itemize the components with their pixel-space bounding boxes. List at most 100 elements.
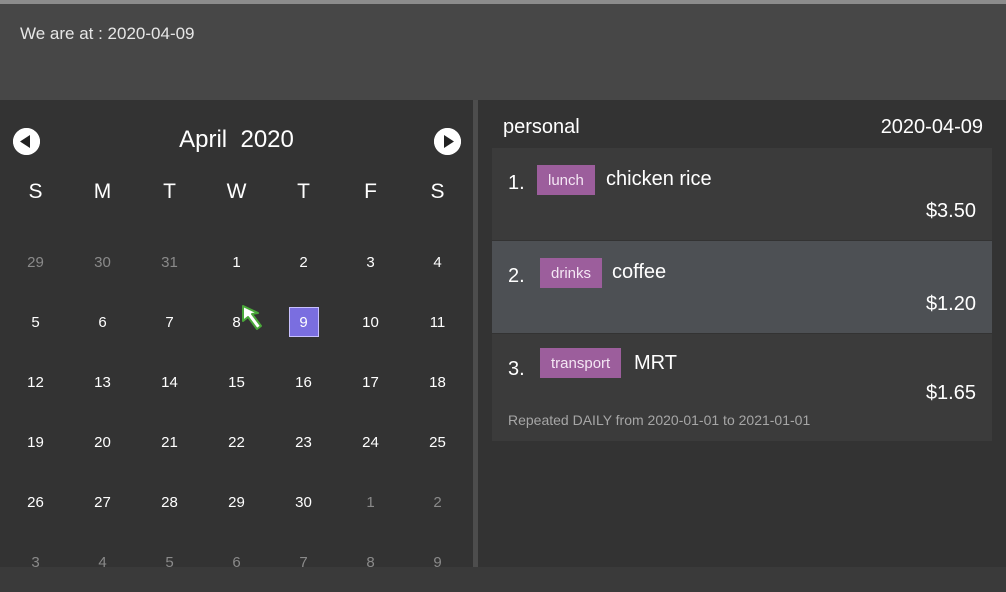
day-number: 7 (165, 313, 174, 331)
calendar-day-selected[interactable]: 9 (270, 292, 337, 352)
calendar-day[interactable]: 6 (69, 292, 136, 352)
calendar-day[interactable]: 21 (136, 412, 203, 472)
day-number: 24 (362, 433, 379, 451)
weekday-header: W (226, 180, 247, 203)
calendar-day[interactable]: 27 (69, 472, 136, 532)
weekday-header: T (297, 180, 310, 203)
day-number: 5 (165, 553, 174, 571)
weekday-header: T (163, 180, 176, 203)
calendar-panel: April 2020 S M T W T F S 29 30 31 1 2 3 4 5 6 7 8 9 10 11 12 1… (0, 100, 473, 571)
day-number: 26 (27, 493, 44, 511)
calendar-day[interactable]: 13 (69, 352, 136, 412)
calendar-day[interactable]: 29 (203, 472, 270, 532)
calendar-day[interactable]: 7 (136, 292, 203, 352)
calendar-day[interactable]: 4 (69, 532, 136, 592)
calendar-day[interactable]: 1 (203, 232, 270, 292)
day-number: 4 (433, 253, 442, 271)
day-number: 14 (161, 373, 178, 391)
day-number: 1 (366, 493, 375, 511)
calendar-day[interactable]: 23 (270, 412, 337, 472)
day-number: 30 (295, 493, 312, 511)
calendar-day[interactable]: 18 (404, 352, 471, 412)
day-number: 1 (232, 253, 241, 271)
day-number: 6 (98, 313, 107, 331)
day-number: 7 (299, 553, 308, 571)
weekday-header: S (430, 180, 445, 203)
day-number: 12 (27, 373, 44, 391)
calendar-day[interactable]: 7 (270, 532, 337, 592)
day-number: 27 (94, 493, 111, 511)
expense-amount: $3.50 (925, 200, 976, 222)
calendar-day[interactable]: 10 (337, 292, 404, 352)
day-number: 20 (94, 433, 111, 451)
expense-index: 2. (508, 265, 525, 287)
calendar-day[interactable]: 2 (270, 232, 337, 292)
calendar-day[interactable]: 5 (136, 532, 203, 592)
calendar-day[interactable]: 4 (404, 232, 471, 292)
list-date: 2020-04-09 (880, 116, 983, 138)
arrow-right-icon (434, 128, 461, 155)
day-number: 23 (295, 433, 312, 451)
day-number: 31 (161, 253, 178, 271)
calendar-day[interactable]: 3 (2, 532, 69, 592)
calendar-day[interactable]: 25 (404, 412, 471, 472)
expense-card[interactable]: 1. lunch chicken rice $3.50 (492, 148, 992, 240)
day-number: 6 (232, 553, 241, 571)
calendar-day[interactable]: 30 (270, 472, 337, 532)
mouse-pointer-icon (242, 305, 262, 330)
day-number: 22 (228, 433, 245, 451)
day-number: 16 (295, 373, 312, 391)
calendar-day[interactable]: 22 (203, 412, 270, 472)
expense-name: chicken rice (606, 168, 712, 190)
expense-index: 1. (508, 172, 525, 194)
expense-amount: $1.20 (925, 293, 976, 315)
calendar-day[interactable]: 15 (203, 352, 270, 412)
calendar-day[interactable]: 16 (270, 352, 337, 412)
day-number: 29 (228, 493, 245, 511)
expense-tag: transport (540, 348, 622, 378)
calendar-day[interactable]: 3 (337, 232, 404, 292)
expense-list-header: personal 2020-04-09 (503, 116, 983, 139)
day-number: 29 (27, 253, 44, 271)
calendar-day[interactable]: 2 (404, 472, 471, 532)
day-number: 3 (31, 553, 40, 571)
day-number: 4 (98, 553, 107, 571)
current-date-text: We are at : 2020-04-09 (20, 24, 195, 43)
day-number: 8 (232, 313, 241, 331)
day-number: 2 (433, 493, 442, 511)
calendar-day[interactable]: 26 (2, 472, 69, 532)
calendar-day[interactable]: 9 (404, 532, 471, 592)
calendar-day[interactable]: 31 (136, 232, 203, 292)
calendar-day[interactable]: 6 (203, 532, 270, 592)
calendar-day[interactable]: 11 (404, 292, 471, 352)
calendar-day[interactable]: 5 (2, 292, 69, 352)
day-number: 19 (27, 433, 44, 451)
expense-card[interactable]: 3. transport MRT $1.65 Repeated DAILY fr… (492, 334, 992, 441)
day-number: 8 (366, 553, 375, 571)
expense-tag: lunch (537, 165, 595, 195)
day-number: 17 (362, 373, 379, 391)
calendar-day[interactable]: 30 (69, 232, 136, 292)
expense-card-selected[interactable]: 2. drinks coffee $1.20 (492, 241, 992, 333)
calendar-day[interactable]: 8 (337, 532, 404, 592)
calendar-day[interactable]: 1 (337, 472, 404, 532)
calendar-day[interactable]: 14 (136, 352, 203, 412)
calendar-day[interactable]: 17 (337, 352, 404, 412)
calendar-day[interactable]: 24 (337, 412, 404, 472)
calendar-day[interactable]: 12 (2, 352, 69, 412)
day-number: 25 (429, 433, 446, 451)
calendar-day[interactable]: 20 (69, 412, 136, 472)
day-number: 2 (299, 253, 308, 271)
weekday-header: F (364, 180, 377, 203)
calendar-day[interactable]: 28 (136, 472, 203, 532)
day-number: 11 (429, 313, 446, 331)
calendar-day[interactable]: 19 (2, 412, 69, 472)
day-number: 18 (429, 373, 446, 391)
month-label: April (179, 126, 228, 153)
expense-name: MRT (634, 352, 677, 374)
day-number: 9 (288, 307, 319, 337)
calendar-day[interactable]: 29 (2, 232, 69, 292)
calendar-grid: S M T W T F S 29 30 31 1 2 3 4 5 6 7 8 9 10 11 12 13 14 15 16 17 18… (2, 172, 471, 592)
next-month-button[interactable] (434, 128, 461, 155)
month-year-title: April 2020 (0, 126, 473, 154)
